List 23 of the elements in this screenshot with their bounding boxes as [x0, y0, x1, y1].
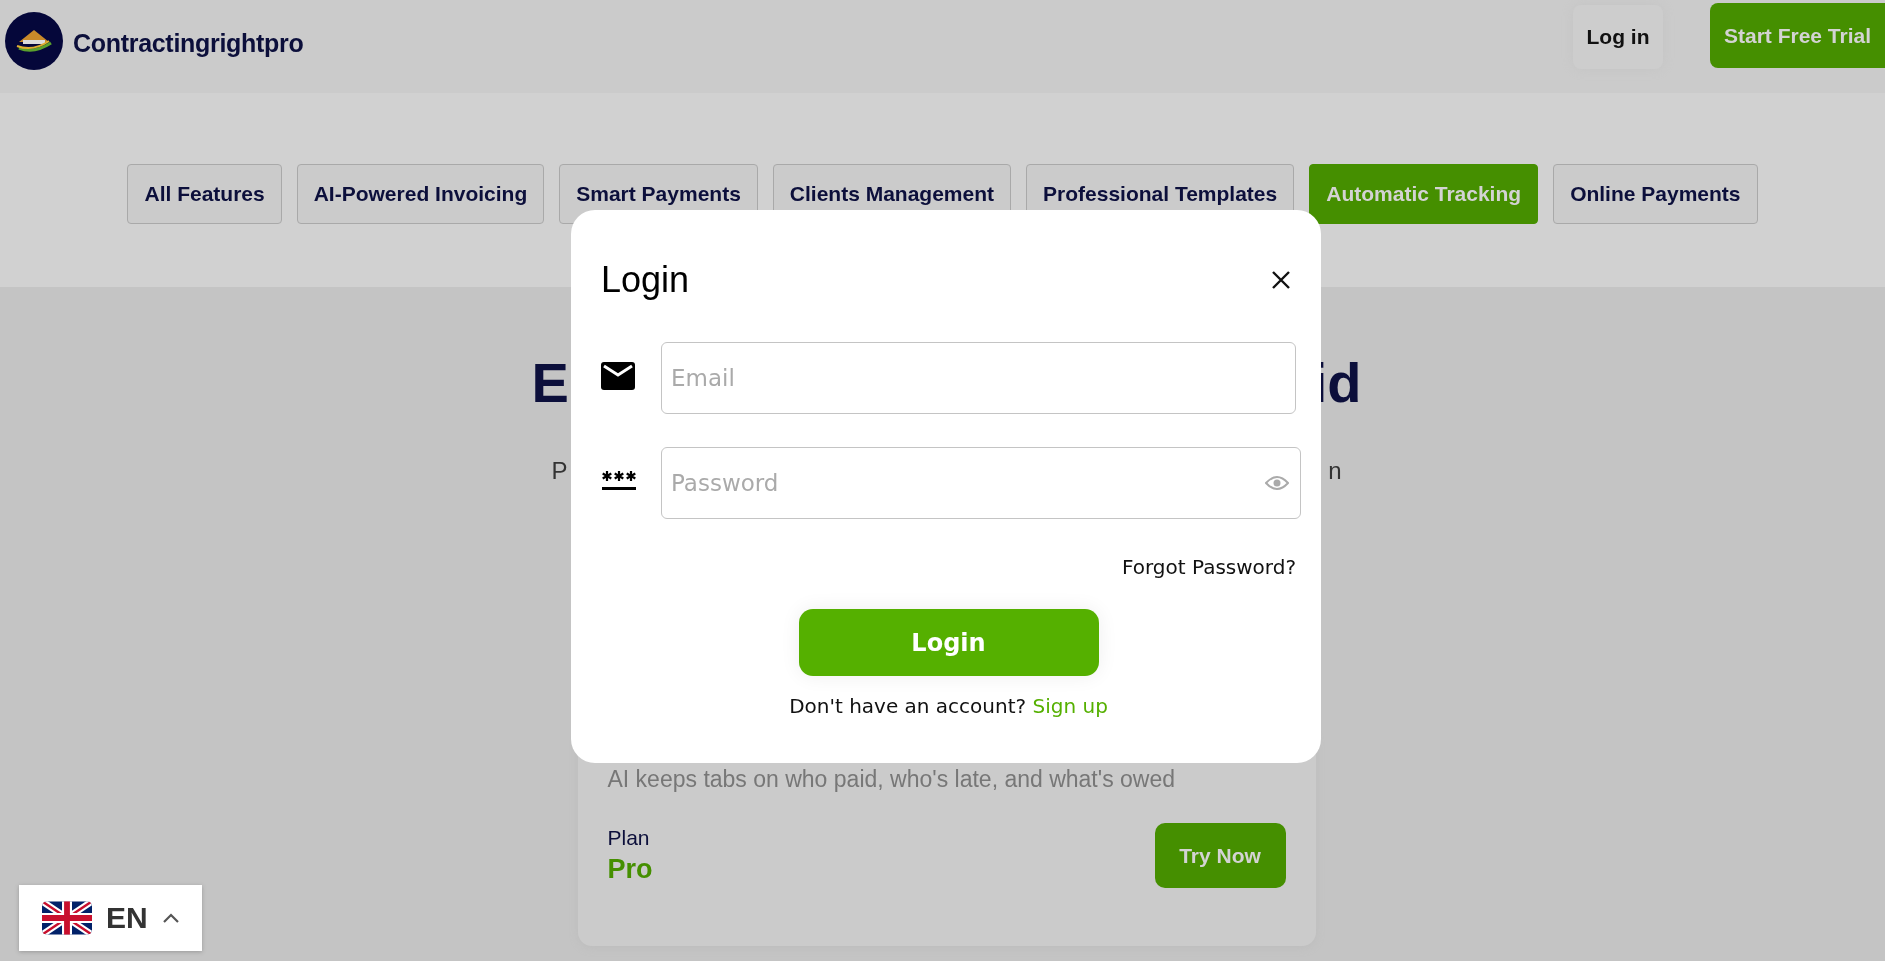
password-field[interactable]: Password — [661, 447, 1301, 519]
plan-name: Pro — [607, 854, 653, 885]
logo-icon — [5, 12, 63, 70]
feature-tab[interactable]: All Features — [127, 164, 282, 224]
feature-tab[interactable]: AI-Powered Invoicing — [296, 164, 545, 224]
forgot-password-link[interactable]: Forgot Password? — [1121, 555, 1296, 579]
close-icon[interactable] — [1271, 270, 1291, 290]
language-selector[interactable]: EN — [19, 885, 202, 951]
signup-prompt: Don't have an account? — [789, 694, 1027, 718]
log-in-button[interactable]: Log in — [1573, 5, 1663, 69]
password-icon — [601, 470, 637, 492]
brand-name[interactable]: Contractingrightpro — [73, 28, 304, 58]
envelope-icon — [601, 362, 635, 390]
card-description: AI keeps tabs on who paid, who's late, and what's owed — [607, 765, 1177, 793]
feature-tab[interactable]: Online Payments — [1553, 164, 1758, 224]
heading-text: E — [531, 351, 569, 415]
flag-icon — [42, 900, 92, 936]
plan-label: Plan — [607, 826, 651, 850]
caret-icon — [161, 912, 180, 924]
subtitle-text: n — [1328, 456, 1342, 486]
email-field[interactable]: Email — [661, 342, 1296, 414]
dialog-title: Login — [601, 259, 690, 301]
subtitle-text: P — [551, 456, 568, 486]
